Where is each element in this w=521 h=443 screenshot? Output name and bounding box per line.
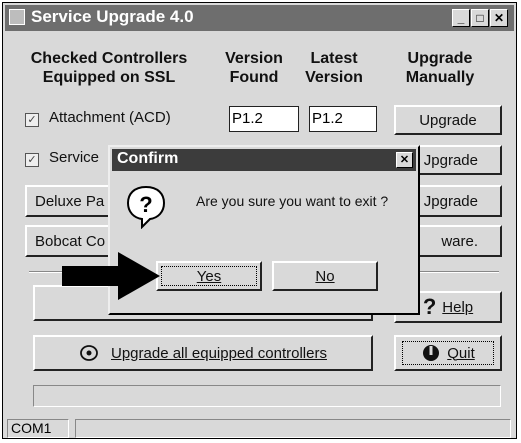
deluxe-label: Deluxe Pa <box>35 192 105 210</box>
dialog-title: Confirm <box>117 150 179 167</box>
window-title: Service Upgrade 4.0 <box>31 7 194 26</box>
bobcat-label: Bobcat Co <box>35 232 106 250</box>
header-upgrade-manually: Upgrade Manually <box>395 49 485 87</box>
no-label: No <box>315 267 335 285</box>
question-mark-icon: ? <box>422 294 437 319</box>
help-label: Help <box>442 298 474 316</box>
status-message <box>75 419 511 438</box>
yes-button[interactable]: Yes <box>156 261 262 291</box>
header-latest-line2: Version <box>305 69 363 86</box>
row-label-attachment: Attachment (ACD) <box>49 109 171 126</box>
latest-version-field[interactable]: P1.2 <box>309 106 377 132</box>
title-bar: Service Upgrade 4.0 _ □ ✕ <box>5 5 514 31</box>
status-port: COM1 <box>7 419 69 438</box>
arrow-pointer-icon <box>62 252 160 300</box>
header-controllers-line2: Equipped on SSL <box>42 69 176 86</box>
header-controllers: Checked Controllers Equipped on SSL <box>15 49 203 87</box>
question-icon: ? <box>126 185 166 229</box>
svg-text:?: ? <box>139 192 152 217</box>
header-version-found: Version Found <box>219 49 289 87</box>
header-version-found-line1: Version <box>225 50 283 67</box>
close-icon[interactable]: ✕ <box>490 9 508 27</box>
header-version-found-line2: Found <box>229 69 279 86</box>
app-icon <box>9 9 25 25</box>
dialog-message: Are you sure you want to exit ? <box>196 193 389 209</box>
quit-button[interactable]: Quit <box>394 335 502 371</box>
software-label: ware. <box>441 232 478 250</box>
dialog-close-icon[interactable]: ✕ <box>396 152 413 168</box>
maximize-icon[interactable]: □ <box>471 9 489 27</box>
progress-bar <box>33 385 501 407</box>
status-bar: COM1 <box>5 419 514 438</box>
header-upgrade-line2: Manually <box>405 69 475 86</box>
upgrade-button-2-label: Jpgrade <box>423 151 478 169</box>
upgrade-button-3-label: Jpgrade <box>423 192 478 210</box>
upgrade-all-button[interactable]: Upgrade all equipped controllers <box>33 335 373 371</box>
dialog-title-bar: Confirm ✕ <box>112 149 416 171</box>
checkbox-attachment[interactable]: ✓ <box>25 113 39 127</box>
row-label-service: Service <box>49 149 100 166</box>
no-button[interactable]: No <box>272 261 378 291</box>
upgrade-all-label: Upgrade all equipped controllers <box>111 344 327 362</box>
upgrade-button-1[interactable]: Upgrade <box>394 105 502 135</box>
controller-icon <box>80 345 98 361</box>
version-found-field[interactable]: P1.2 <box>229 106 299 132</box>
yes-focus-rect <box>161 266 257 286</box>
header-latest-version: Latest Version <box>299 49 369 87</box>
minimize-icon[interactable]: _ <box>452 9 470 27</box>
header-upgrade-line1: Upgrade <box>407 50 473 67</box>
header-latest-line1: Latest <box>310 50 358 67</box>
quit-focus-rect <box>402 341 494 365</box>
upgrade-button-1-label: Upgrade <box>419 111 477 129</box>
checkbox-service[interactable]: ✓ <box>25 153 39 167</box>
header-controllers-line1: Checked Controllers <box>30 50 188 67</box>
